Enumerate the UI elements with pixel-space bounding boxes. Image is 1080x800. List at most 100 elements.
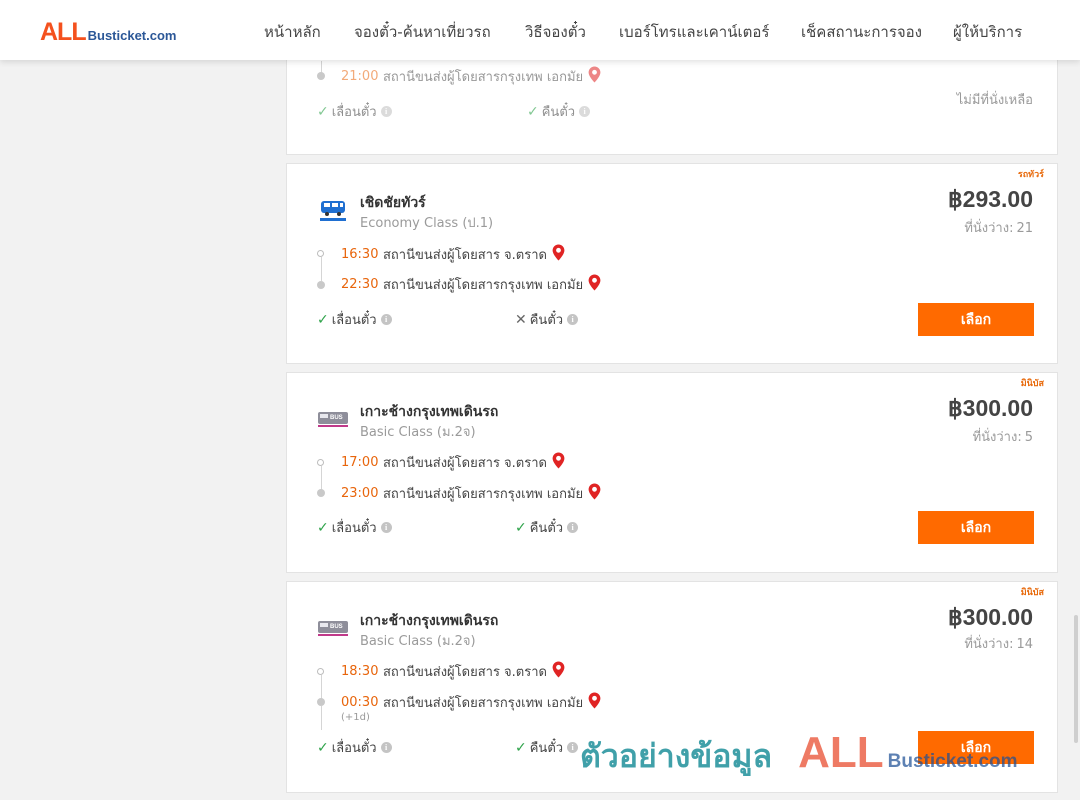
nav-check-booking[interactable]: เช็คสถานะการจอง bbox=[801, 20, 922, 44]
nav-phone-counters[interactable]: เบอร์โทรและเคาน์เตอร์ bbox=[619, 20, 769, 44]
check-icon: ✓ bbox=[317, 311, 329, 328]
ticket-price: ฿300.00 bbox=[948, 604, 1033, 630]
info-icon[interactable]: i bbox=[380, 522, 392, 533]
info-icon[interactable]: i bbox=[380, 742, 392, 753]
select-trip-button[interactable]: เลือก bbox=[918, 511, 1034, 544]
operator-name: เชิดชัยทัวร์ bbox=[360, 195, 426, 211]
map-pin-icon[interactable] bbox=[588, 66, 601, 87]
arrival-station: สถานีขนส่งผู้โดยสารกรุงเทพ เอกมัย bbox=[383, 487, 584, 502]
arrival-station: สถานีขนส่งผู้โดยสารกรุงเทพ เอกมัย bbox=[383, 696, 584, 711]
feature-refund-label: คืนตั๋ว bbox=[529, 313, 564, 328]
watermark-text: ตัวอย่างข้อมูล bbox=[580, 737, 773, 775]
arrival-stop: 00:30 สถานีขนส่งผู้โดยสารกรุงเทพ เอกมัย bbox=[341, 692, 601, 713]
svg-text:BUS: BUS bbox=[330, 624, 343, 630]
trip-card: มินิบัส BUS เกาะช้างกรุงเทพเดินรถ Basic … bbox=[286, 372, 1058, 573]
info-icon[interactable]: i bbox=[380, 314, 392, 325]
feature-change-ticket: ✓ เลื่อนตั๋ว i bbox=[317, 101, 392, 122]
info-icon[interactable]: i bbox=[579, 106, 591, 117]
feature-change-ticket: ✓ เลื่อนตั๋ว i bbox=[317, 517, 392, 538]
cross-icon: ✕ bbox=[515, 311, 527, 328]
watermark-logo-all: ALL bbox=[798, 728, 884, 777]
departure-dot bbox=[317, 459, 324, 466]
operator-logo: BUS bbox=[317, 615, 349, 641]
nav-home[interactable]: หน้าหลัก bbox=[264, 20, 321, 44]
operator-logo bbox=[317, 198, 349, 224]
departure-time: 18:30 bbox=[341, 664, 379, 679]
feature-refund-ticket: ✓ คืนตั๋ว i bbox=[527, 101, 591, 122]
feature-change-ticket: ✓ เลื่อนตั๋ว i bbox=[317, 737, 392, 758]
departure-station: สถานีขนส่งผู้โดยสาร จ.ตราด bbox=[383, 456, 547, 471]
departure-dot bbox=[317, 250, 324, 257]
map-pin-icon[interactable] bbox=[552, 244, 565, 265]
operator-name: เกาะช้างกรุงเทพเดินรถ bbox=[360, 613, 499, 629]
map-pin-icon[interactable] bbox=[588, 483, 601, 504]
info-icon[interactable]: i bbox=[380, 106, 392, 117]
arrival-time: 21:00 bbox=[341, 69, 379, 84]
feature-refund-label: คืนตั๋ว bbox=[529, 741, 564, 756]
arrival-station: สถานีขนส่งผู้โดยสารกรุงเทพ เอกมัย bbox=[383, 278, 584, 293]
check-icon: ✓ bbox=[317, 103, 329, 120]
nav-how-to-book[interactable]: วิธีจองตั๋ว bbox=[525, 20, 586, 44]
operator-name: เกาะช้างกรุงเทพเดินรถ bbox=[360, 404, 499, 420]
feature-change-label: เลื่อนตั๋ว bbox=[331, 313, 377, 328]
vehicle-type-badge: รถทัวร์ bbox=[1017, 170, 1044, 180]
map-pin-icon[interactable] bbox=[588, 274, 601, 295]
arrival-dot bbox=[317, 698, 325, 706]
seats-available: ที่นั่งว่าง: 21 bbox=[961, 217, 1033, 238]
top-navbar: ALL Busticket.com หน้าหลัก จองตั๋ว-ค้นหา… bbox=[0, 0, 1080, 60]
feature-change-label: เลื่อนตั๋ว bbox=[331, 741, 377, 756]
arrival-dot bbox=[317, 72, 325, 80]
departure-dot bbox=[317, 668, 324, 675]
arrival-dot bbox=[317, 489, 325, 497]
arrival-station: สถานีขนส่งผู้โดยสารกรุงเทพ เอกมัย bbox=[383, 70, 584, 85]
feature-change-label: เลื่อนตั๋ว bbox=[331, 105, 377, 120]
main-nav: หน้าหลัก จองตั๋ว-ค้นหาเที่ยวรถ วิธีจองตั… bbox=[0, 20, 1080, 42]
departure-station: สถานีขนส่งผู้โดยสาร จ.ตราด bbox=[383, 665, 547, 680]
ticket-price: ฿300.00 bbox=[948, 395, 1033, 421]
vehicle-type-badge: มินิบัส bbox=[1020, 588, 1044, 598]
seats-available: ที่นั่งว่าง: 14 bbox=[961, 633, 1033, 654]
bus-class: Basic Class (ม.2จ) bbox=[360, 634, 476, 649]
scrollbar-thumb[interactable] bbox=[1074, 615, 1078, 743]
departure-stop: 17:00 สถานีขนส่งผู้โดยสาร จ.ตราด bbox=[341, 452, 565, 473]
info-icon[interactable]: i bbox=[567, 522, 579, 533]
feature-refund-ticket: ✕ คืนตั๋ว i bbox=[515, 309, 579, 330]
sold-out-status: ไม่มีที่นั่งเหลือ bbox=[956, 93, 1033, 108]
feature-change-label: เลื่อนตั๋ว bbox=[331, 521, 377, 536]
page-scrollbar[interactable] bbox=[1072, 60, 1080, 800]
seats-available: ที่นั่งว่าง: 5 bbox=[970, 426, 1033, 447]
info-icon[interactable]: i bbox=[567, 742, 579, 753]
check-icon: ✓ bbox=[317, 739, 329, 756]
arrival-time: 23:00 bbox=[341, 486, 379, 501]
info-icon[interactable]: i bbox=[567, 314, 579, 325]
svg-text:BUS: BUS bbox=[330, 415, 343, 421]
departure-station: สถานีขนส่งผู้โดยสาร จ.ตราด bbox=[383, 248, 547, 263]
map-pin-icon[interactable] bbox=[552, 661, 565, 682]
arrival-time: 00:30 bbox=[341, 695, 379, 710]
timeline-line bbox=[321, 675, 322, 699]
trip-card: รถทัวร์ เชิดชัยทัวร์ Economy Class (ป.1)… bbox=[286, 163, 1058, 364]
check-icon: ✓ bbox=[317, 519, 329, 536]
arrival-time: 22:30 bbox=[341, 277, 379, 292]
timeline-line bbox=[321, 466, 322, 490]
nav-operators[interactable]: ผู้ให้บริการ bbox=[953, 20, 1022, 44]
arrival-dot bbox=[317, 281, 325, 289]
arrival-stop: 22:30 สถานีขนส่งผู้โดยสารกรุงเทพ เอกมัย bbox=[341, 274, 601, 295]
bus-class: Economy Class (ป.1) bbox=[360, 216, 494, 231]
feature-refund-ticket: ✓ คืนตั๋ว i bbox=[515, 517, 579, 538]
feature-refund-label: คืนตั๋ว bbox=[541, 105, 576, 120]
select-trip-button[interactable]: เลือก bbox=[918, 303, 1034, 336]
feature-change-ticket: ✓ เลื่อนตั๋ว i bbox=[317, 309, 392, 330]
departure-time: 16:30 bbox=[341, 247, 379, 262]
next-day-note: (+1d) bbox=[341, 712, 370, 723]
seats-count: 5 bbox=[1024, 430, 1033, 445]
operator-logo: BUS bbox=[317, 406, 349, 432]
ticket-price: ฿293.00 bbox=[948, 186, 1033, 212]
map-pin-icon[interactable] bbox=[588, 692, 601, 713]
map-pin-icon[interactable] bbox=[552, 452, 565, 473]
bus-class: Basic Class (ม.2จ) bbox=[360, 425, 476, 440]
seats-count: 14 bbox=[1016, 637, 1033, 652]
feature-refund-ticket: ✓ คืนตั๋ว i bbox=[515, 737, 579, 758]
nav-booking-search[interactable]: จองตั๋ว-ค้นหาเที่ยวรถ bbox=[354, 20, 491, 44]
check-icon: ✓ bbox=[515, 519, 527, 536]
